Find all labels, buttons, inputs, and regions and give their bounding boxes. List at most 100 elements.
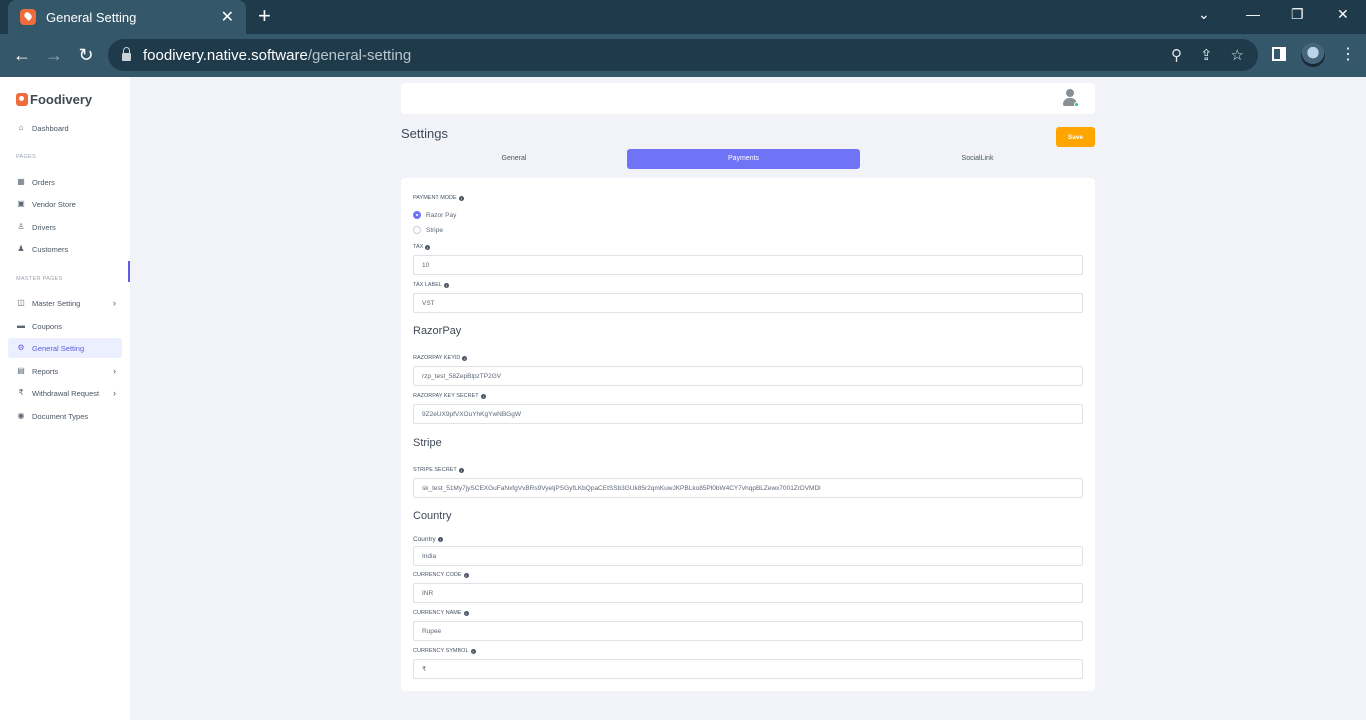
sidebar-item-label: Coupons <box>32 321 63 331</box>
brand-name: Foodivery <box>30 92 93 107</box>
razorpay-keyid-input[interactable] <box>413 366 1083 386</box>
info-icon: i <box>458 195 464 201</box>
active-indicator <box>128 261 130 282</box>
back-icon[interactable]: ← <box>10 43 34 67</box>
tax-label: TAX i <box>413 244 431 250</box>
sidebar-item-vendor-store[interactable]: ▣ Vendor Store <box>8 194 122 214</box>
sidebar-item-reports[interactable]: ▤ Reports › <box>8 361 122 381</box>
stripe-secret-input[interactable] <box>413 478 1083 498</box>
chevron-right-icon: › <box>113 298 116 308</box>
home-icon: ⌂ <box>18 123 24 132</box>
section-label-pages: PAGES <box>16 154 37 160</box>
sidebar-item-label: Orders <box>32 177 55 187</box>
sidebar: Foodivery ⌂ Dashboard PAGES ▦ Orders ▣ V… <box>0 77 130 720</box>
info-icon: i <box>437 537 443 542</box>
info-icon: i <box>463 572 469 578</box>
eye-icon: ◉ <box>17 411 25 420</box>
info-icon: i <box>470 648 476 654</box>
radio-unchecked-icon <box>413 226 421 234</box>
sidebar-item-label: Vendor Store <box>32 199 76 209</box>
tab-search-chevron-icon[interactable]: ⌄ <box>1198 6 1210 23</box>
sidebar-item-coupons[interactable]: ▬ Coupons <box>8 316 122 336</box>
minimize-icon[interactable]: — <box>1246 6 1260 22</box>
share-icon[interactable]: ⇪ <box>1200 46 1213 64</box>
sidebar-item-drivers[interactable]: ♙ Drivers <box>8 217 122 237</box>
user-avatar-icon[interactable] <box>1063 89 1079 107</box>
razorpay-keyid-label: RAZORPAY KEYID i <box>413 355 468 361</box>
url-host: foodivery.native.software <box>143 46 308 64</box>
radio-razor-pay[interactable]: Razor Pay <box>413 211 456 219</box>
chevron-right-icon: › <box>113 366 116 376</box>
tab-payments[interactable]: Payments <box>627 149 860 169</box>
sidebar-item-master-setting[interactable]: ◫ Master Setting › <box>8 293 122 313</box>
user-icon: ♙ <box>17 222 25 231</box>
currency-code-input[interactable] <box>413 583 1083 603</box>
reload-icon[interactable]: ↻ <box>74 43 98 67</box>
close-tab-icon[interactable]: ✕ <box>221 7 234 27</box>
currency-name-input[interactable] <box>413 621 1083 641</box>
window-close-icon[interactable]: ✕ <box>1337 6 1349 23</box>
razorpay-heading: RazorPay <box>413 325 462 337</box>
tab-general[interactable]: General <box>401 149 627 169</box>
country-label: Country i <box>413 536 443 543</box>
currency-symbol-label: CURRENCY SYMBOL i <box>413 648 476 654</box>
page-title: Settings <box>401 126 448 141</box>
sidebar-item-general-setting[interactable]: ⚙ General Setting <box>8 338 122 358</box>
zoom-icon[interactable]: ⚲ <box>1171 46 1182 64</box>
foodivery-favicon-icon <box>20 9 36 25</box>
info-icon: i <box>463 610 469 616</box>
top-header <box>401 83 1095 114</box>
tax-input[interactable] <box>413 255 1083 275</box>
restore-icon[interactable]: ❐ <box>1291 6 1304 23</box>
profile-avatar[interactable] <box>1301 43 1325 67</box>
radio-stripe[interactable]: Stripe <box>413 226 443 234</box>
sidebar-item-label: Withdrawal Request <box>32 388 100 398</box>
foodivery-logo-icon <box>16 93 28 106</box>
info-icon: i <box>443 282 449 288</box>
sidebar-item-customers[interactable]: ♟ Customers <box>8 239 122 259</box>
ticket-icon: ▬ <box>17 321 25 330</box>
new-tab-icon[interactable]: + <box>258 5 271 27</box>
payments-form: PAYMENT MODEi Razor Pay Stripe TAXi TAX … <box>401 178 1095 691</box>
browser-menu-icon[interactable]: ⋮ <box>1340 44 1356 64</box>
country-input[interactable] <box>413 546 1083 566</box>
sidebar-item-dashboard[interactable]: ⌂ Dashboard <box>8 118 122 138</box>
save-button[interactable]: Save <box>1056 127 1095 147</box>
sidebar-item-orders[interactable]: ▦ Orders <box>8 172 122 192</box>
browser-tab[interactable]: General Setting ✕ <box>8 0 246 34</box>
sidebar-item-label: Master Setting <box>32 298 81 308</box>
address-bar[interactable]: foodivery.native.software /general-setti… <box>108 39 1258 71</box>
online-status-dot <box>1074 102 1079 107</box>
chevron-right-icon: › <box>113 388 116 398</box>
brand[interactable]: Foodivery <box>16 92 92 107</box>
rupee-icon: ₹ <box>18 388 24 397</box>
currency-code-label: CURRENCY CODE i <box>413 572 469 578</box>
info-icon: i <box>462 355 468 361</box>
razorpay-secret-input[interactable] <box>413 404 1083 424</box>
grid-icon: ▦ <box>17 177 25 186</box>
sidebar-item-label: Customers <box>32 244 69 254</box>
stripe-secret-label: STRIPE SECRET i <box>413 467 464 473</box>
info-icon: i <box>480 393 486 399</box>
users-icon: ♟ <box>17 244 25 253</box>
razorpay-secret-label: RAZORPAY KEY SECRET i <box>413 393 486 399</box>
forward-icon[interactable]: → <box>42 43 66 67</box>
sidebar-item-label: Document Types <box>32 411 89 421</box>
document-icon: ▤ <box>17 366 25 375</box>
sidebar-item-withdrawal-request[interactable]: ₹ Withdrawal Request › <box>8 383 122 403</box>
tab-title: General Setting <box>46 9 137 25</box>
country-heading: Country <box>413 510 452 522</box>
bookmark-star-icon[interactable]: ☆ <box>1231 46 1244 64</box>
lock-icon <box>122 46 131 61</box>
sidebar-item-label: Reports <box>32 366 59 376</box>
side-panel-icon[interactable] <box>1272 47 1286 61</box>
tax-label-input[interactable] <box>413 293 1083 313</box>
store-icon: ▣ <box>17 199 25 208</box>
info-icon: i <box>458 467 464 473</box>
info-icon: i <box>425 244 431 250</box>
gear-icon: ⚙ <box>17 343 25 352</box>
browser-toolbar: ← → ↻ foodivery.native.software /general… <box>0 34 1366 77</box>
sidebar-item-document-types[interactable]: ◉ Document Types <box>8 406 122 426</box>
currency-symbol-input[interactable] <box>413 659 1083 679</box>
tab-sociallink[interactable]: SocialLink <box>860 149 1095 169</box>
